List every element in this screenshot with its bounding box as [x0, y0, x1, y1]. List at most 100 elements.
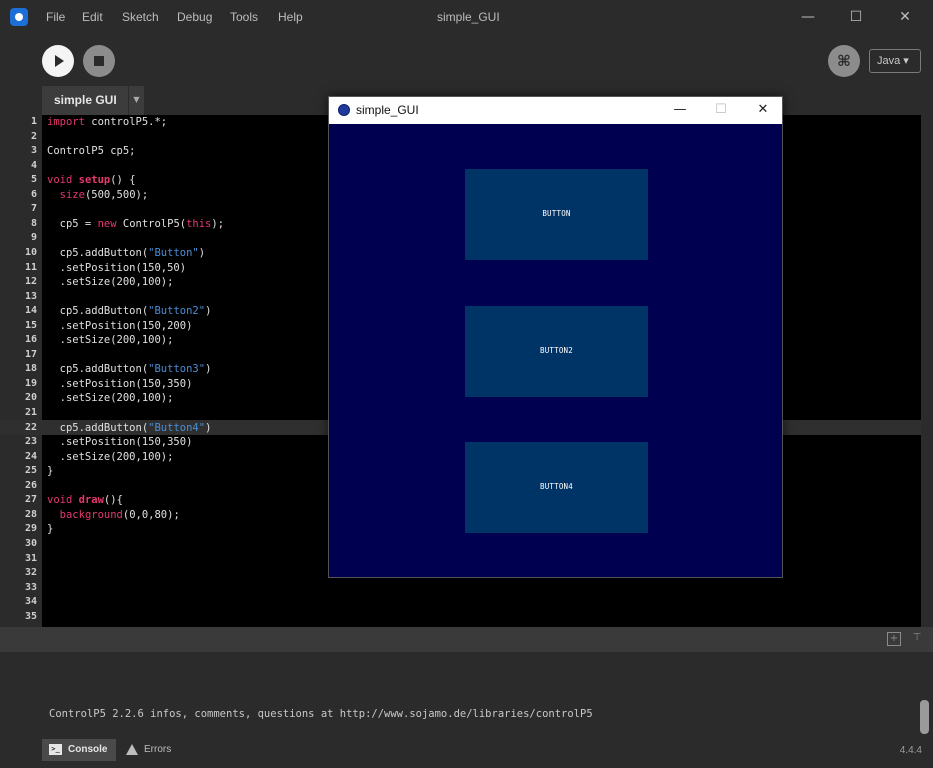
footer-bar: >_ Console Errors 4.4.4	[0, 737, 933, 768]
code-line[interactable]: cp5.addButton("Button4")	[47, 422, 212, 434]
console-message: ControlP5 2.2.6 infos, comments, questio…	[49, 708, 593, 720]
tab-simple-gui[interactable]: simple GUI	[42, 86, 128, 115]
menu-edit[interactable]: Edit	[82, 10, 103, 24]
line-number: 2	[30, 130, 37, 142]
p5-button-1[interactable]: BUTTON	[465, 169, 648, 260]
menu-sketch[interactable]: Sketch	[122, 10, 159, 24]
line-number: 35	[24, 610, 37, 622]
line-number: 25	[24, 465, 37, 477]
line-number: 10	[24, 246, 37, 258]
code-line[interactable]: .setSize(200,100);	[47, 276, 174, 288]
sketch-maximize-button[interactable]: ☐	[708, 100, 734, 120]
title-bar: File Edit Sketch Debug Tools Help simple…	[0, 0, 933, 34]
terminal-icon: >_	[49, 744, 62, 755]
errors-tab-label: Errors	[144, 744, 172, 755]
code-line[interactable]: .setPosition(150,200)	[47, 320, 193, 332]
line-number: 22	[24, 421, 37, 433]
console-tab-label: Console	[68, 744, 108, 755]
sketch-app-icon	[338, 104, 350, 116]
sketch-title-bar[interactable]: simple_GUI — ☐ ✕	[329, 97, 782, 124]
menu-file[interactable]: File	[46, 10, 65, 24]
line-number: 32	[24, 567, 37, 579]
line-number: 21	[24, 407, 37, 418]
code-line[interactable]: }	[47, 523, 53, 535]
code-line[interactable]: }	[47, 465, 53, 477]
close-button[interactable]: ✕	[890, 6, 920, 28]
code-line[interactable]: size(500,500);	[47, 189, 149, 201]
tab-errors[interactable]: Errors	[124, 739, 171, 761]
menu-help[interactable]: Help	[278, 10, 303, 24]
line-number: 5	[30, 174, 37, 186]
editor-scrollbar[interactable]	[921, 115, 933, 627]
line-number: 34	[24, 596, 37, 608]
processing-logo-icon	[10, 8, 28, 26]
sketch-close-button[interactable]: ✕	[750, 100, 776, 120]
p5-button-2-label: BUTTON2	[539, 346, 573, 355]
line-number: 6	[30, 188, 37, 200]
line-number: 8	[30, 217, 37, 229]
sketch-title: simple_GUI	[356, 103, 419, 117]
line-number: 23	[24, 436, 37, 448]
line-number: 4	[30, 159, 37, 171]
console-expand-icon[interactable]: +	[887, 632, 901, 646]
code-line[interactable]: void setup() {	[47, 174, 136, 186]
tab-console[interactable]: >_ Console	[42, 739, 116, 761]
line-number: 9	[30, 232, 37, 244]
line-number: 14	[24, 305, 37, 317]
line-number: 20	[24, 392, 37, 404]
code-line[interactable]: .setSize(200,100);	[47, 451, 174, 463]
line-number: 16	[24, 334, 37, 346]
line-number: 12	[24, 276, 37, 288]
code-line[interactable]: background(0,0,80);	[47, 509, 180, 521]
warning-icon	[126, 744, 138, 755]
run-button[interactable]	[42, 45, 74, 77]
stop-button[interactable]	[83, 45, 115, 77]
line-number: 18	[24, 363, 37, 375]
maximize-button[interactable]: ☐	[841, 6, 871, 28]
line-number: 29	[24, 523, 37, 535]
version-label: 4.4.4	[899, 745, 922, 756]
menu-tools[interactable]: Tools	[230, 10, 258, 24]
line-number: 11	[24, 261, 37, 273]
line-number: 1	[30, 116, 37, 127]
minimize-button[interactable]: —	[793, 6, 823, 28]
console-header: + ⊤	[0, 627, 933, 652]
line-number: 28	[24, 508, 37, 520]
line-number: 33	[24, 581, 37, 593]
p5-button-1-label: BUTTON	[542, 209, 571, 218]
menu-debug[interactable]: Debug	[177, 10, 212, 24]
p5-button-2[interactable]: BUTTON2	[465, 306, 648, 397]
sketch-minimize-button[interactable]: —	[667, 100, 693, 120]
code-line[interactable]: .setSize(200,100);	[47, 392, 174, 404]
code-line[interactable]: void draw(){	[47, 494, 123, 506]
toolbar: ⌘ Java ▾	[0, 34, 933, 86]
code-line[interactable]: .setPosition(150,50)	[47, 262, 186, 274]
mode-select[interactable]: Java ▾	[869, 49, 921, 73]
line-number: 27	[24, 494, 37, 506]
code-line[interactable]: cp5.addButton("Button")	[47, 247, 205, 259]
code-line[interactable]: import controlP5.*;	[47, 116, 167, 128]
code-line[interactable]: cp5 = new ControlP5(this);	[47, 218, 224, 230]
line-number: 15	[24, 319, 37, 331]
line-number: 19	[24, 377, 37, 389]
line-number: 31	[24, 552, 37, 564]
line-number: 7	[30, 203, 37, 215]
code-line[interactable]: .setPosition(150,350)	[47, 378, 193, 390]
line-number: 3	[30, 145, 37, 157]
line-number: 17	[24, 348, 37, 360]
code-line[interactable]: ControlP5 cp5;	[47, 145, 136, 157]
code-line[interactable]: cp5.addButton("Button3")	[47, 363, 212, 375]
line-number: 24	[24, 450, 37, 462]
line-number: 30	[24, 537, 37, 549]
console-collapse-icon[interactable]: ⊤	[910, 632, 924, 646]
line-number: 13	[24, 290, 37, 302]
window-title: simple_GUI	[437, 10, 500, 24]
code-line[interactable]: cp5.addButton("Button2")	[47, 305, 212, 317]
tab-menu-chevron-icon[interactable]: ▼	[128, 86, 144, 115]
code-line[interactable]: .setPosition(150,350)	[47, 436, 193, 448]
bug-icon[interactable]: ⌘	[828, 45, 860, 77]
console-scrollbar[interactable]	[920, 700, 929, 734]
code-line[interactable]: .setSize(200,100);	[47, 334, 174, 346]
sketch-window[interactable]: simple_GUI — ☐ ✕ BUTTON BUTTON2 BUTTON4	[328, 96, 783, 578]
p5-button-4[interactable]: BUTTON4	[465, 442, 648, 533]
